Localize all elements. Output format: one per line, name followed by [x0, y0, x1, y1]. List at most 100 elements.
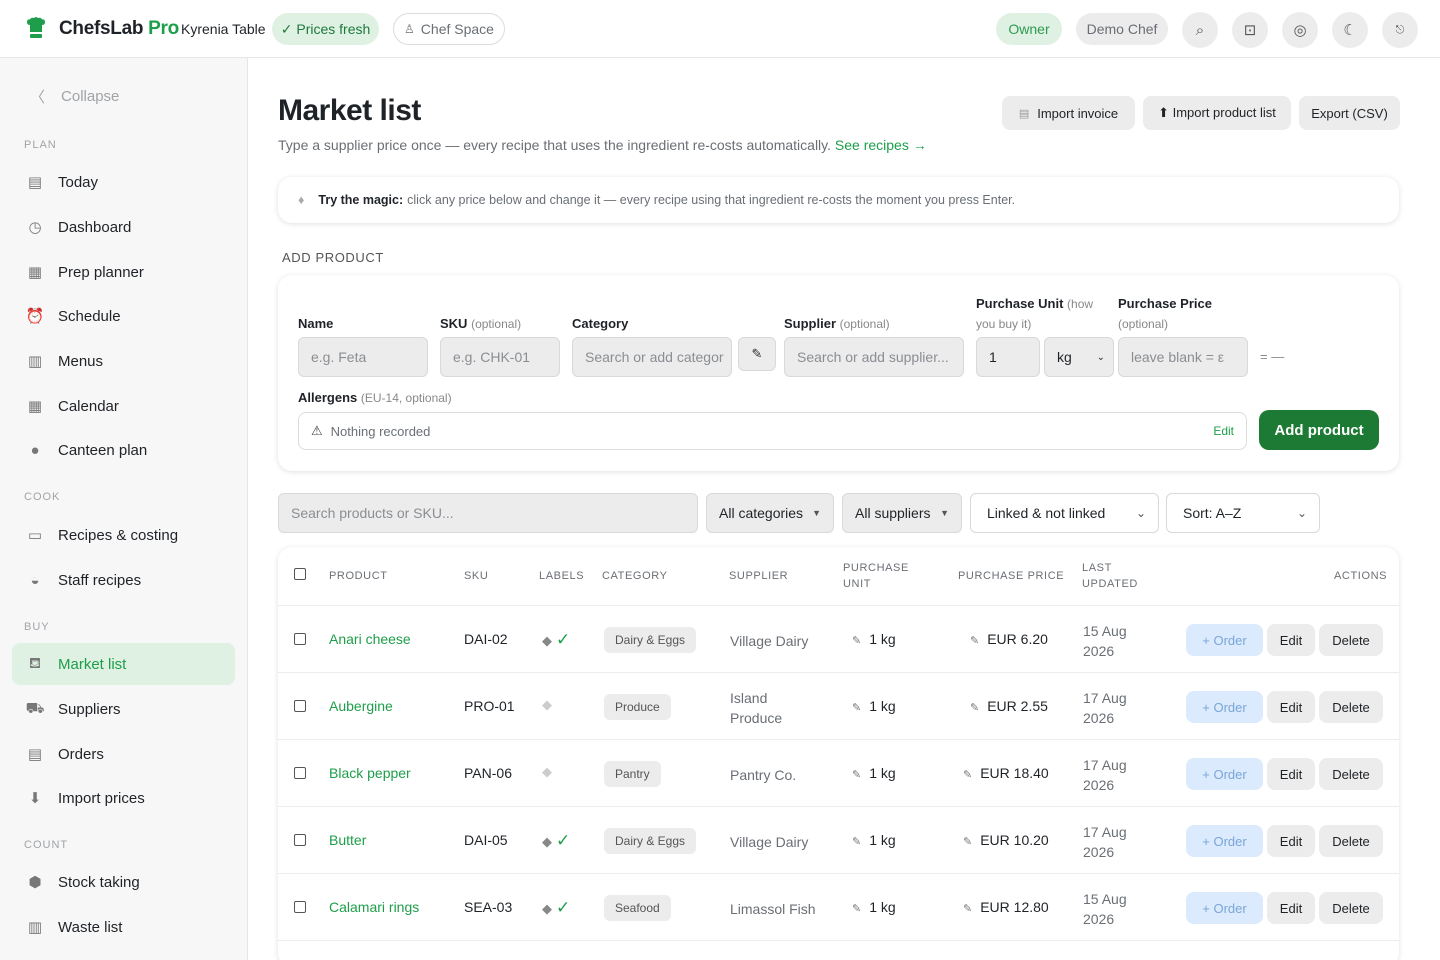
chef-space-button[interactable]: ♙ Chef Space — [393, 13, 505, 45]
delete-button[interactable]: Delete — [1319, 691, 1383, 723]
purchase-unit-value[interactable]: ✎ 1 kg — [852, 698, 896, 714]
purchase-price-value[interactable]: ✎ EUR 6.20 — [970, 631, 1048, 647]
row-checkbox[interactable] — [294, 633, 306, 645]
logout-button[interactable]: ⎋ — [1382, 12, 1418, 48]
pencil-icon: ✎ — [751, 346, 763, 361]
category-filter[interactable]: All categories ▼ — [706, 493, 834, 533]
delete-button[interactable]: Delete — [1319, 624, 1383, 656]
delete-button[interactable]: Delete — [1319, 892, 1383, 924]
role-badge[interactable]: Owner — [996, 13, 1062, 45]
purchase-unit-value[interactable]: ✎ 1 kg — [852, 631, 896, 647]
export-csv-button[interactable]: Export (CSV) — [1299, 96, 1400, 130]
col-header-supplier[interactable]: SUPPLIER — [729, 568, 788, 584]
user-badge[interactable]: Demo Chef — [1076, 13, 1168, 45]
import-product-list-button[interactable]: ⬆ Import product list — [1143, 96, 1291, 130]
sidebar-item-canteen-plan[interactable]: ● Canteen plan — [12, 429, 235, 471]
add-product-button[interactable]: Add product — [1259, 410, 1379, 450]
delete-button[interactable]: Delete — [1319, 758, 1383, 790]
supplier-name: Pantry Co. — [730, 767, 797, 783]
prices-fresh-badge[interactable]: ✓ Prices fresh — [272, 13, 379, 45]
supplier-field[interactable]: Search or add supplier... — [784, 337, 964, 377]
purchase-unit-value[interactable]: ✎ 1 kg — [852, 899, 896, 915]
order-button[interactable]: + Order — [1186, 691, 1263, 723]
order-button[interactable]: + Order — [1186, 892, 1263, 924]
purchase-price-value[interactable]: ✎ EUR 12.80 — [963, 899, 1049, 915]
order-button[interactable]: + Order — [1186, 624, 1263, 656]
search-button[interactable]: ⌕ — [1182, 12, 1218, 48]
row-checkbox[interactable] — [294, 834, 306, 846]
sort-select[interactable]: Sort: A–Z ⌄ — [1166, 493, 1320, 533]
product-search-input[interactable]: Search products or SKU... — [278, 493, 698, 533]
purchase-unit-value[interactable]: ✎ 1 kg — [852, 765, 896, 781]
edit-categories-button[interactable]: ✎ — [738, 337, 776, 371]
clipboard-icon: ▤ — [27, 174, 43, 191]
delete-button[interactable]: Delete — [1319, 825, 1383, 857]
row-checkbox[interactable] — [294, 700, 306, 712]
name-field[interactable]: e.g. Feta — [298, 337, 428, 377]
see-recipes-link[interactable]: See recipes → — [835, 137, 927, 153]
order-button[interactable]: + Order — [1186, 758, 1263, 790]
purchase-unit-value[interactable]: ✎ 1 kg — [852, 832, 896, 848]
truck-icon: ⛟ — [25, 699, 45, 717]
brand-name[interactable]: ChefsLab Pro — [59, 18, 179, 40]
sidebar-item-stock-taking[interactable]: ⬢ Stock taking — [12, 861, 235, 903]
edit-button[interactable]: Edit — [1267, 892, 1315, 924]
sidebar-item-today[interactable]: ▤ Today — [12, 161, 235, 203]
select-all-checkbox[interactable] — [294, 568, 306, 580]
category-badge: Seafood — [604, 895, 671, 921]
robot-button[interactable]: ⊡ — [1232, 12, 1268, 48]
purchase-price-field[interactable]: leave blank = ε — [1118, 337, 1248, 377]
product-name-link[interactable]: Black pepper — [329, 765, 411, 781]
sidebar-item-schedule[interactable]: ⏰ Schedule — [12, 295, 235, 337]
sidebar-item-suppliers[interactable]: ⛟ Suppliers — [12, 688, 235, 730]
allergens-edit-link[interactable]: Edit — [1213, 424, 1234, 438]
row-checkbox[interactable] — [294, 901, 306, 913]
sku-field[interactable]: e.g. CHK-01 — [440, 337, 560, 377]
sidebar-item-staff-recipes[interactable]: ◒ Staff recipes — [12, 559, 235, 601]
linked-filter[interactable]: Linked & not linked ⌄ — [970, 493, 1159, 533]
caret-down-icon: ▼ — [812, 508, 821, 518]
sidebar-item-market-list[interactable]: ⛾ Market list — [12, 643, 235, 685]
product-name-link[interactable]: Anari cheese — [329, 631, 411, 647]
sidebar-item-menus[interactable]: ▥ Menus — [12, 340, 235, 382]
help-button[interactable]: ◎ — [1282, 12, 1318, 48]
supplier-name: Village Dairy — [730, 633, 809, 649]
theme-toggle-button[interactable]: ☾ — [1332, 12, 1368, 48]
col-header-purchase-price[interactable]: PURCHASE PRICE — [958, 568, 1064, 584]
collapse-button[interactable]: 〈 Collapse — [30, 86, 119, 107]
product-name-link[interactable]: Calamari rings — [329, 899, 419, 915]
purchase-price-value[interactable]: ✎ EUR 2.55 — [970, 698, 1048, 714]
edit-button[interactable]: Edit — [1267, 624, 1315, 656]
col-header-category[interactable]: CATEGORY — [602, 568, 668, 584]
edit-button[interactable]: Edit — [1267, 691, 1315, 723]
sidebar-item-recipes-costing[interactable]: ▭ Recipes & costing — [12, 514, 235, 556]
sidebar-item-waste-list[interactable]: ▥ Waste list — [12, 906, 235, 948]
purchase-price-value[interactable]: ✎ EUR 10.20 — [963, 832, 1049, 848]
allergens-field[interactable]: ⚠ Nothing recorded Edit — [298, 412, 1247, 450]
unit-select[interactable]: kg ⌄ — [1044, 337, 1114, 377]
edit-button[interactable]: Edit — [1267, 758, 1315, 790]
sidebar-item-prep-planner[interactable]: ▦ Prep planner — [12, 251, 235, 293]
sidebar-item-import-prices[interactable]: ⬇ Import prices — [12, 777, 235, 819]
import-invoice-button[interactable]: ▤ Import invoice — [1002, 96, 1135, 130]
edit-button[interactable]: Edit — [1267, 825, 1315, 857]
sidebar-item-calendar[interactable]: ▦ Calendar — [12, 385, 235, 427]
supplier-filter[interactable]: All suppliers ▼ — [842, 493, 962, 533]
venue-name[interactable]: Kyrenia Table — [181, 21, 266, 37]
category-badge: Pantry — [604, 761, 661, 787]
unit-quantity-field[interactable]: 1 — [976, 337, 1040, 377]
col-header-last-updated[interactable]: LAST UPDATED — [1082, 560, 1138, 592]
col-header-sku[interactable]: SKU — [464, 568, 488, 584]
order-button[interactable]: + Order — [1186, 825, 1263, 857]
product-name-link[interactable]: Aubergine — [329, 698, 393, 714]
sidebar-item-dashboard[interactable]: ◷ Dashboard — [12, 206, 235, 248]
chevron-left-icon: 〈 — [30, 89, 46, 106]
product-name-link[interactable]: Butter — [329, 832, 366, 848]
book-icon: ▭ — [27, 527, 43, 544]
purchase-price-value[interactable]: ✎ EUR 18.40 — [963, 765, 1049, 781]
row-checkbox[interactable] — [294, 767, 306, 779]
col-header-purchase-unit[interactable]: PURCHASE UNIT — [843, 560, 909, 592]
col-header-product[interactable]: PRODUCT — [329, 568, 388, 584]
sidebar-item-orders[interactable]: ▤ Orders — [12, 733, 235, 775]
category-field[interactable]: Search or add categor — [572, 337, 732, 377]
